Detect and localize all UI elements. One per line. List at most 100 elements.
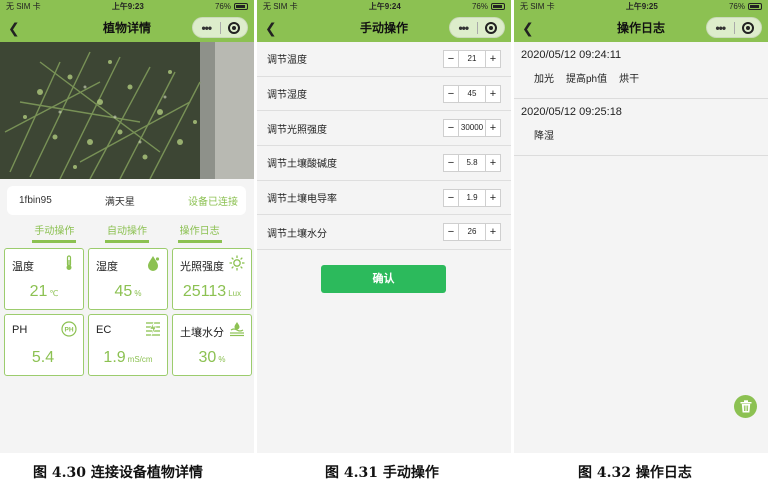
sensor-value: 21 — [29, 283, 48, 300]
plant-photo — [0, 42, 254, 179]
tab-log[interactable]: 操作日志 — [177, 222, 222, 243]
trash-icon — [740, 400, 751, 413]
operation-log-screen: 无 SIM 卡 上午9:25 76% ❮ 操作日志 ••• 2020/05/12… — [514, 0, 768, 453]
figure-caption: 图 4.30 连接设备植物详情 — [33, 465, 203, 481]
status-time: 上午9:25 — [625, 2, 658, 11]
nav-bar: ❮ 操作日志 ••• — [514, 13, 768, 42]
sensor-unit: mS/cm — [127, 355, 153, 364]
nav-bar: ❮ 植物详情 ••• — [0, 13, 254, 42]
sensor-unit: Lux — [228, 289, 242, 298]
sensor-value: 25113 — [182, 283, 227, 300]
operation-tabs: 手动操作 自动操作 操作日志 — [0, 222, 254, 243]
status-bar: 无 SIM 卡 上午9:23 76% — [0, 0, 254, 13]
stepper-value[interactable]: 1.9 — [458, 189, 486, 206]
ph-stepper: − 5.8 + — [443, 153, 501, 172]
sensor-label: PH — [12, 324, 28, 336]
ec-stepper: − 1.9 + — [443, 188, 501, 207]
sensor-value: 30 — [198, 349, 217, 366]
battery-icon — [233, 3, 248, 10]
log-time: 2020/05/12 09:25:18 — [521, 106, 622, 118]
thermometer-icon — [66, 255, 72, 270]
sensor-card-ph: PH PH 5.4 — [4, 314, 84, 376]
log-time: 2020/05/12 09:24:11 — [521, 49, 622, 61]
stepper-value[interactable]: 21 — [458, 50, 486, 67]
ph-icon: PH — [61, 321, 77, 337]
sensor-grid: 温度 21 ℃ 湿度 45% 光照强度 25113 Lux PH PH 5.4 EC — [4, 248, 252, 376]
control-row-ec: 调节土壤电导率 − 1.9 + — [257, 181, 511, 216]
sensor-label: EC — [96, 324, 112, 336]
stepper-value[interactable]: 5.8 — [458, 154, 486, 171]
sensor-card-soil-moisture: 土壤水分 30% — [172, 314, 252, 376]
connection-status: 设备已连接 — [188, 197, 238, 208]
more-icon[interactable]: ••• — [450, 22, 477, 34]
sensor-unit: ℃ — [49, 289, 59, 298]
sensor-value: 45 — [114, 283, 133, 300]
increment-button[interactable]: + — [486, 86, 500, 102]
increment-button[interactable]: + — [486, 224, 500, 240]
sensor-value: 1.9 — [103, 349, 126, 366]
control-row-ph: 调节土壤酸碱度 − 5.8 + — [257, 146, 511, 181]
control-label: 调节土壤水分 — [267, 228, 327, 240]
light-stepper: − 30000 + — [443, 119, 501, 138]
close-icon[interactable] — [221, 21, 248, 34]
more-icon[interactable]: ••• — [707, 22, 734, 34]
status-time: 上午9:23 — [111, 2, 144, 11]
increment-button[interactable]: + — [486, 155, 500, 171]
device-card: 1fbin95 满天星 设备已连接 — [7, 186, 246, 215]
stepper-value[interactable]: 45 — [458, 85, 486, 102]
control-label: 调节温度 — [267, 55, 307, 67]
decrement-button[interactable]: − — [444, 224, 458, 240]
page-title: 操作日志 — [616, 21, 665, 35]
plant-name: 满天星 — [104, 197, 135, 208]
tab-auto[interactable]: 自动操作 — [104, 222, 149, 243]
close-icon[interactable] — [478, 21, 505, 34]
control-list: 调节温度 − 21 + 调节湿度 − 45 + 调节光照强度 − 30000 +… — [257, 42, 511, 251]
sensor-label: 湿度 — [96, 261, 118, 273]
battery-level: 76% — [471, 2, 488, 11]
log-list: 2020/05/12 09:24:11 加光 提高ph值 烘干 2020/05/… — [514, 42, 768, 156]
svg-text:PH: PH — [64, 327, 73, 334]
stepper-value[interactable]: 30000 — [458, 120, 486, 137]
delete-log-button[interactable] — [734, 395, 757, 418]
increment-button[interactable]: + — [486, 120, 500, 136]
increment-button[interactable]: + — [486, 190, 500, 206]
battery-icon — [490, 3, 505, 10]
sensor-value: 5.4 — [31, 349, 55, 366]
control-label: 调节土壤电导率 — [267, 194, 337, 206]
control-row-temperature: 调节温度 − 21 + — [257, 42, 511, 77]
soil-moisture-stepper: − 26 + — [443, 223, 501, 242]
control-label: 调节土壤酸碱度 — [267, 159, 337, 171]
carrier-label: 无 SIM 卡 — [6, 2, 41, 11]
mini-program-capsule: ••• — [706, 17, 762, 38]
back-icon[interactable]: ❮ — [8, 20, 20, 37]
sensor-label: 温度 — [12, 261, 34, 273]
back-icon[interactable]: ❮ — [265, 20, 277, 37]
control-row-soil-moisture: 调节土壤水分 − 26 + — [257, 215, 511, 251]
mini-program-capsule: ••• — [192, 17, 248, 38]
status-time: 上午9:24 — [368, 2, 401, 11]
control-row-light: 调节光照强度 − 30000 + — [257, 111, 511, 147]
close-icon[interactable] — [735, 21, 762, 34]
decrement-button[interactable]: − — [444, 155, 458, 171]
status-bar: 无 SIM 卡 上午9:25 76% — [514, 0, 768, 13]
sensor-card-ec: EC 1.9 mS/cm — [88, 314, 168, 376]
decrement-button[interactable]: − — [444, 190, 458, 206]
decrement-button[interactable]: − — [444, 51, 458, 67]
manual-operation-screen: 无 SIM 卡 上午9:24 76% ❮ 手动操作 ••• 调节温度 − 21 … — [257, 0, 511, 453]
log-action: 加光 — [534, 74, 554, 85]
decrement-button[interactable]: − — [444, 120, 458, 136]
humidity-stepper: − 45 + — [443, 84, 501, 103]
water-drop-icon — [148, 256, 160, 271]
tab-manual[interactable]: 手动操作 — [32, 222, 77, 243]
sun-icon — [229, 255, 245, 271]
page-title: 植物详情 — [102, 21, 151, 35]
device-id: 1fbin95 — [19, 195, 52, 206]
back-icon[interactable]: ❮ — [522, 20, 534, 37]
more-icon[interactable]: ••• — [193, 22, 220, 34]
confirm-button[interactable]: 确认 — [321, 265, 446, 293]
increment-button[interactable]: + — [486, 51, 500, 67]
decrement-button[interactable]: − — [444, 86, 458, 102]
stepper-value[interactable]: 26 — [458, 224, 486, 241]
log-action: 提高ph值 — [566, 74, 608, 85]
log-entry: 2020/05/12 09:24:11 加光 提高ph值 烘干 — [514, 42, 768, 99]
